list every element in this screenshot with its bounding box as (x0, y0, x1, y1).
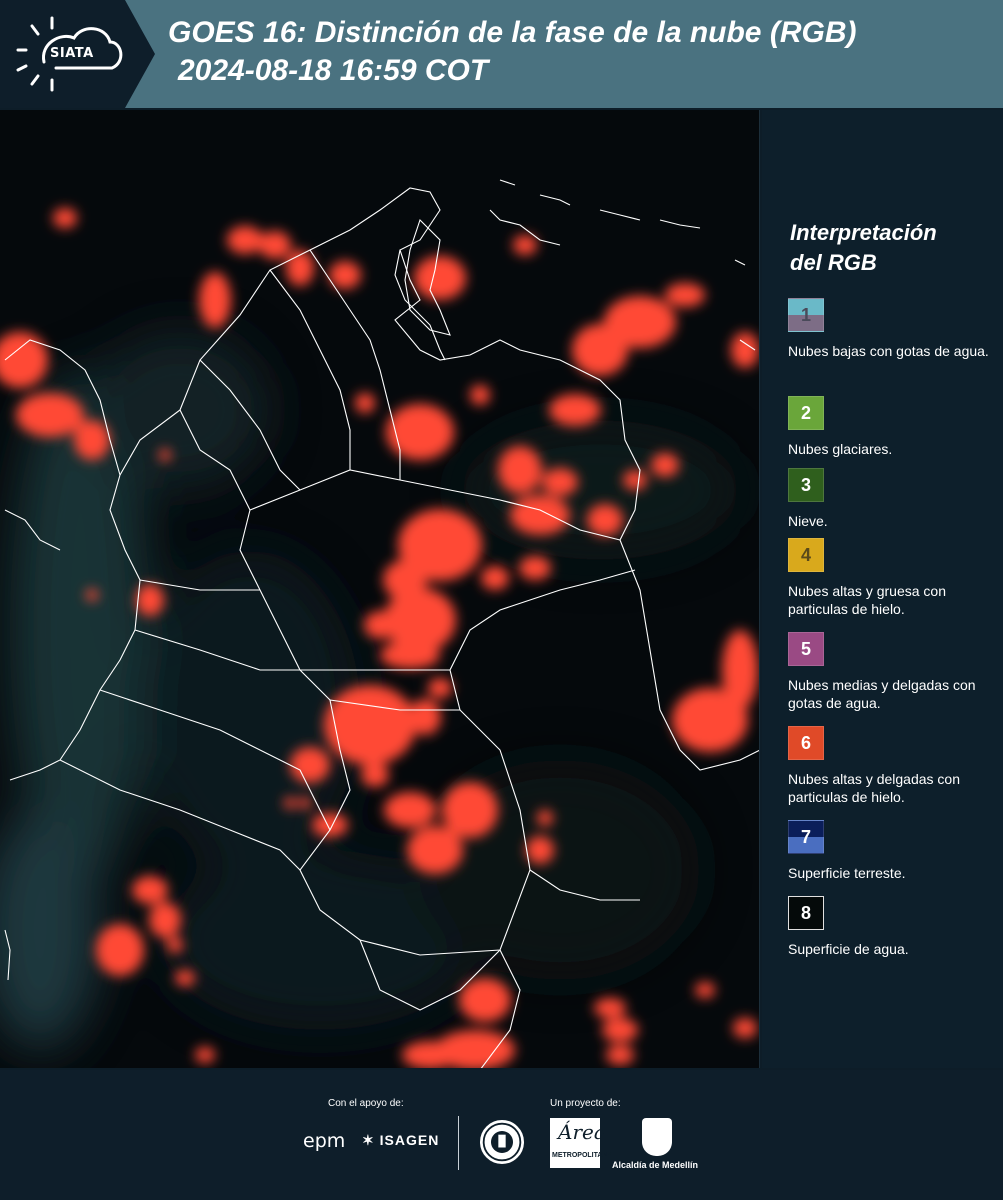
legend-item-6: 6 Nubes altas y delgadas con particulas … (788, 726, 1000, 806)
legend-label-6: Nubes altas y delgadas con particulas de… (788, 771, 960, 805)
legend-item-8: 8 Superficie de agua. (788, 896, 1000, 958)
legend-label-7: Superficie terreste. (788, 865, 906, 881)
legend-swatch-4: 4 (788, 538, 824, 572)
legend-number-8: 8 (800, 902, 811, 923)
legend-label-1: Nubes bajas con gotas de agua. (788, 343, 989, 359)
area-script-text: Área (558, 1120, 606, 1144)
seal-logo-icon (478, 1118, 526, 1166)
header: SIATA GOES 16: Distinción de la fase de … (0, 0, 1003, 108)
legend-item-2: 2 Nubes glaciares. (788, 396, 1000, 458)
legend-title-line-2: del RGB (790, 250, 877, 275)
legend-label-5: Nubes medias y delgadas con gotas de agu… (788, 677, 976, 711)
isagen-star-icon: ✶ (362, 1132, 375, 1148)
title-line-2: 2024-08-18 16:59 COT (178, 54, 489, 87)
alcaldia-crest-icon (642, 1118, 672, 1156)
legend-number-7: 7 (800, 826, 811, 847)
title-line-1: GOES 16: Distinción de la fase de la nub… (168, 16, 857, 49)
legend-item-1: 1 Nubes bajas con gotas de agua. (788, 298, 1000, 360)
legend-swatch-2: 2 (788, 396, 824, 430)
legend-swatch-8: 8 (788, 896, 824, 930)
legend-number-5: 5 (800, 638, 811, 659)
legend-label-4: Nubes altas y gruesa con particulas de h… (788, 583, 946, 617)
legend-swatch-5: 5 (788, 632, 824, 666)
satellite-image (0, 110, 759, 1068)
legend-swatch-3: 3 (788, 468, 824, 502)
footer-divider (458, 1116, 459, 1170)
footer: Con el apoyo de: Un proyecto de: epm ✶ I… (0, 1070, 1003, 1200)
legend-title: Interpretación del RGB (790, 218, 937, 278)
siata-logo-text: SIATA (50, 46, 94, 61)
legend-swatch-1: 1 (788, 298, 824, 332)
legend-number-1: 1 (800, 304, 811, 325)
legend-label-8: Superficie de agua. (788, 941, 909, 957)
isagen-text: ISAGEN (379, 1132, 440, 1148)
page-title: GOES 16: Distinción de la fase de la nub… (168, 14, 856, 90)
epm-logo: epm (303, 1130, 346, 1152)
legend-number-3: 3 (800, 474, 811, 495)
area-metropolitana-text: METROPOLITANA (552, 1152, 613, 1159)
legend-number-4: 4 (800, 544, 811, 565)
legend-label-2: Nubes glaciares. (788, 441, 893, 457)
legend-item-4: 4 Nubes altas y gruesa con particulas de… (788, 538, 1000, 618)
alcaldia-text: Alcaldía de Medellín (612, 1160, 699, 1170)
legend-panel: Interpretación del RGB 1 Nubes bajas con… (762, 110, 1003, 1068)
legend-item-3: 3 Nieve. (788, 468, 1000, 530)
satellite-map (0, 110, 760, 1068)
support-label: Con el apoyo de: (328, 1098, 404, 1109)
legend-swatch-7: 7 (788, 820, 824, 854)
project-label: Un proyecto de: (550, 1098, 621, 1109)
legend-item-5: 5 Nubes medias y delgadas con gotas de a… (788, 632, 1000, 712)
legend-item-7: 7 Superficie terreste. (788, 820, 1000, 882)
legend-label-3: Nieve. (788, 513, 828, 529)
legend-title-line-1: Interpretación (790, 220, 937, 245)
legend-number-6: 6 (800, 732, 811, 753)
isagen-logo: ✶ ISAGEN (362, 1132, 439, 1149)
legend-number-2: 2 (800, 402, 811, 423)
legend-swatch-6: 6 (788, 726, 824, 760)
